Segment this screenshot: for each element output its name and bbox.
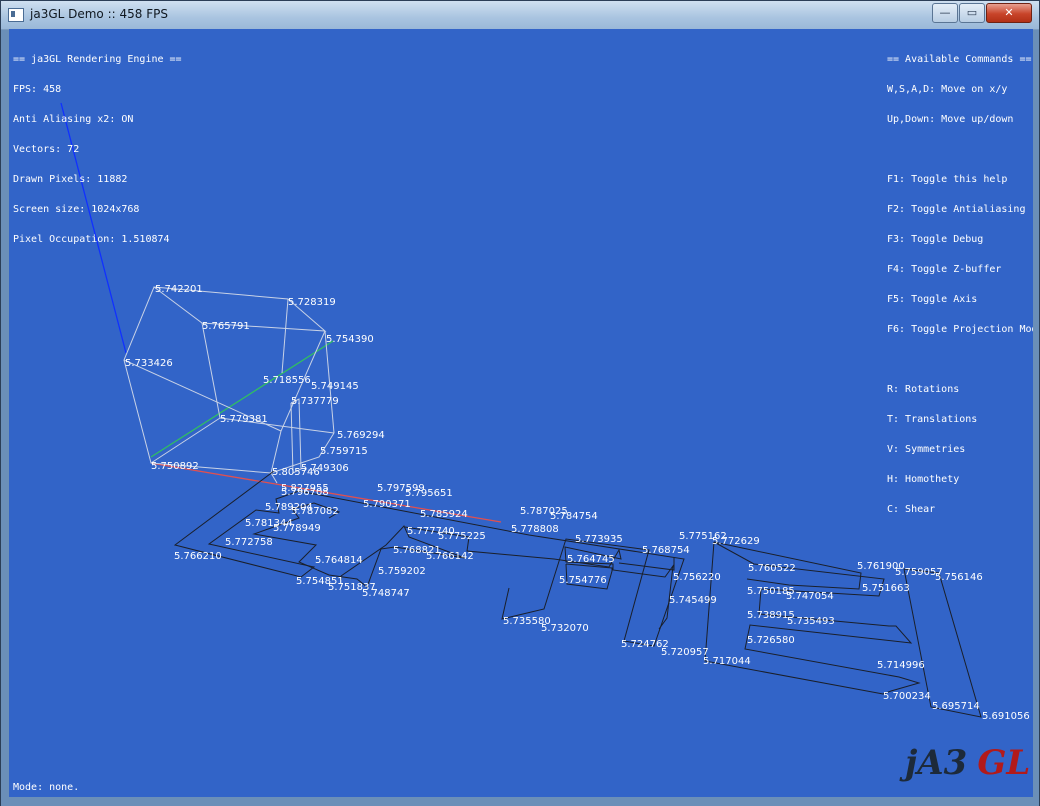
text-vertex-depth-label: 5.726580 [747, 635, 795, 646]
engine-info-line: FPS: 458 [13, 84, 62, 95]
title-bar[interactable]: ja3GL Demo :: 458 FPS — ▭ ✕ [1, 1, 1039, 30]
help-line: == Available Commands == [887, 54, 1032, 65]
text-vertex-depth-label: 5.756220 [673, 572, 721, 583]
help-line: F5: Toggle Axis [887, 294, 978, 305]
cube-vertex-depth-label: 5.742201 [155, 284, 203, 295]
text-vertex-depth-label: 5.695714 [932, 701, 980, 712]
text-vertex-depth-label: 5.732070 [541, 623, 589, 634]
help-line: C: Shear [887, 504, 936, 515]
help-line: ​ [887, 355, 1033, 365]
text-vertex-depth-label: 5.787082 [291, 506, 339, 517]
engine-info-line: Anti Aliasing x2: ON [13, 114, 134, 125]
help-line: F6: Toggle Projection Mode [887, 324, 1033, 335]
text-vertex-depth-label: 5.764814 [315, 555, 363, 566]
cube-vertex-depth-label: 5.779381 [220, 414, 268, 425]
text-vertex-depth-label: 5.735493 [787, 616, 835, 627]
cube-vertex-depth-label: 5.750892 [151, 461, 199, 472]
text-vertex-depth-label: 5.772758 [225, 537, 273, 548]
cube-vertex-depth-label: 5.754390 [326, 334, 374, 345]
engine-info-line: Drawn Pixels: 11882 [13, 174, 128, 185]
cube-vertex-depth-label: 5.718556 [263, 375, 311, 386]
text-vertex-depth-label: 5.768754 [642, 545, 690, 556]
cube-vertex-depth-label: 5.728319 [288, 297, 336, 308]
text-vertex-depth-label: 5.751663 [862, 583, 910, 594]
commands-help-panel: == Available Commands == W,S,A,D: Move o… [887, 35, 1033, 535]
text-vertex-depth-label: 5.720957 [661, 647, 709, 658]
window-bottom-border [1, 797, 1039, 806]
help-line: R: Rotations [887, 384, 960, 395]
app-icon [8, 8, 24, 22]
text-vertex-depth-label: 5.759202 [378, 566, 426, 577]
engine-info-line: Pixel Occupation: 1.510874 [13, 234, 170, 245]
text-vertex-depth-label: 5.754776 [559, 575, 607, 586]
text-vertex-depth-label: 5.775225 [438, 531, 486, 542]
help-line: F4: Toggle Z-buffer [887, 264, 1002, 275]
text-vertex-depth-label: 5.784754 [550, 511, 598, 522]
text-vertex-depth-label: 5.796708 [281, 487, 329, 498]
engine-info-line: == ja3GL Rendering Engine == [13, 54, 182, 65]
render-viewport[interactable]: 5.742201 5.728319 5.765791 5.754390 5.733426… [9, 29, 1033, 797]
text-vertex-depth-label: 5.717044 [703, 656, 751, 667]
cube-vertex-depth-label: 5.733426 [125, 358, 173, 369]
help-line: F1: Toggle this help [887, 174, 1008, 185]
text-vertex-depth-label: 5.778949 [273, 523, 321, 534]
cube-vertex-depth-label: 5.749145 [311, 381, 359, 392]
text-vertex-depth-label: 5.785924 [420, 509, 468, 520]
text-vertex-depth-label: 5.766142 [426, 551, 474, 562]
help-line: H: Homothety [887, 474, 960, 485]
text-vertex-depth-label: 5.766210 [174, 551, 222, 562]
text-vertex-depth-label: 5.714996 [877, 660, 925, 671]
minimize-button[interactable]: — [932, 3, 958, 23]
text-vertex-depth-label: 5.691056 [982, 711, 1030, 722]
mode-status: Mode: none. [13, 782, 80, 793]
help-line: ​ [887, 145, 1033, 155]
text-vertex-depth-label: 5.790371 [363, 499, 411, 510]
text-vertex-depth-label: 5.778808 [511, 524, 559, 535]
engine-info-line: Vectors: 72 [13, 144, 80, 155]
logo-left-text: jA3 [905, 743, 968, 783]
ja3gl-logo: jA3 GL [905, 743, 1030, 783]
cube-vertex-depth-label: 5.805746 [272, 467, 320, 478]
logo-right-text: GL [977, 743, 1031, 783]
help-line: W,S,A,D: Move on x/y [887, 84, 1008, 95]
help-line: V: Symmetries [887, 444, 966, 455]
help-line: F2: Toggle Antialiasing [887, 204, 1026, 215]
text-vertex-depth-label: 5.747054 [786, 591, 834, 602]
text-vertex-depth-label: 5.764745 [567, 554, 615, 565]
close-button[interactable]: ✕ [986, 3, 1032, 23]
window-title: ja3GL Demo :: 458 FPS [30, 7, 168, 21]
text-vertex-depth-label: 5.772629 [712, 536, 760, 547]
text-vertex-depth-label: 5.700234 [883, 691, 931, 702]
text-vertex-depth-label: 5.760522 [748, 563, 796, 574]
cube-vertex-depth-label: 5.769294 [337, 430, 385, 441]
cube-vertex-depth-label: 5.765791 [202, 321, 250, 332]
text-vertex-depth-label: 5.756146 [935, 572, 983, 583]
maximize-button[interactable]: ▭ [959, 3, 985, 23]
engine-info-line: Screen size: 1024x768 [13, 204, 140, 215]
help-line: F3: Toggle Debug [887, 234, 984, 245]
cube-vertex-depth-label: 5.759715 [320, 446, 368, 457]
text-vertex-depth-label: 5.745499 [669, 595, 717, 606]
help-line: Up,Down: Move up/down [887, 114, 1014, 125]
help-line: T: Translations [887, 414, 978, 425]
text-vertex-depth-label: 5.795651 [405, 488, 453, 499]
app-window: ja3GL Demo :: 458 FPS — ▭ ✕ 5.742201 5.7… [0, 0, 1040, 806]
text-vertex-depth-label: 5.748747 [362, 588, 410, 599]
engine-info-panel: == ja3GL Rendering Engine == FPS: 458 An… [13, 35, 182, 265]
cube-vertex-depth-label: 5.737779 [291, 396, 339, 407]
text-vertex-depth-label: 5.773935 [575, 534, 623, 545]
